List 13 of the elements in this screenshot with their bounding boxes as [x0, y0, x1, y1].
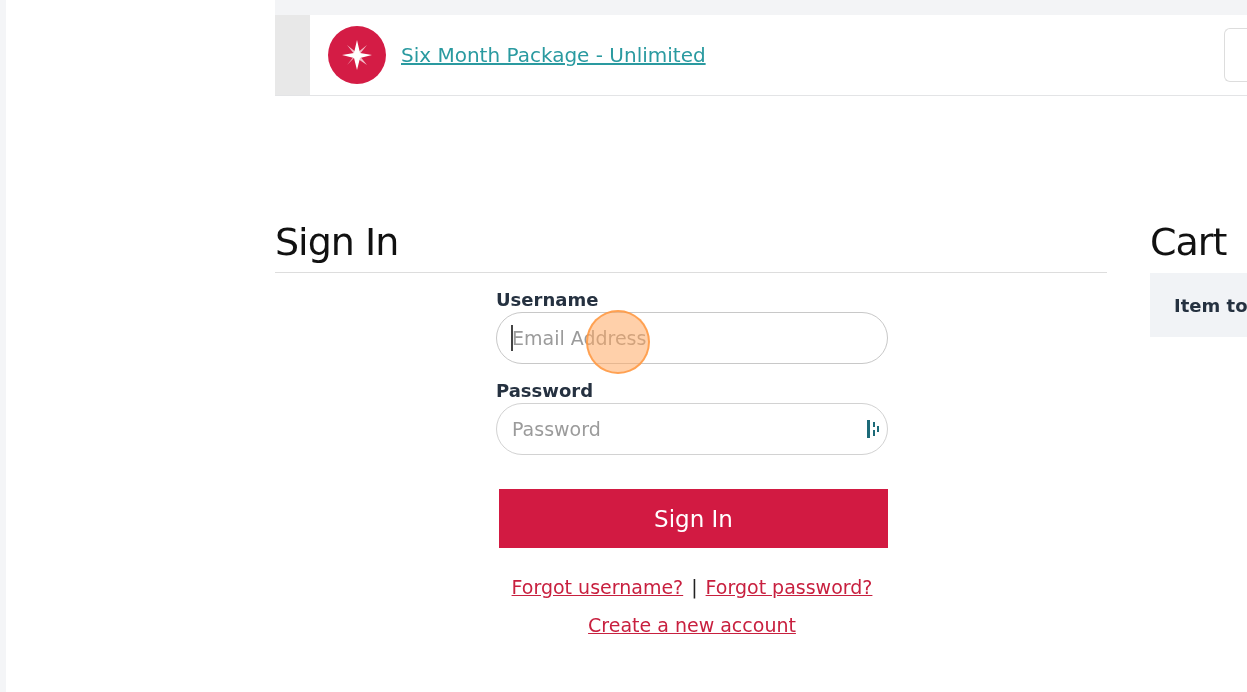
create-account-link[interactable]: Create a new account: [588, 614, 796, 636]
package-link[interactable]: Six Month Package - Unlimited: [401, 43, 706, 67]
sign-in-button[interactable]: Sign In: [499, 489, 888, 548]
column-header: Item to: [1174, 294, 1247, 316]
cart-heading: Cart: [1150, 220, 1227, 266]
password-field[interactable]: Password: [496, 403, 888, 455]
field-label: Username: [496, 289, 599, 310]
forgot-username-link[interactable]: Forgot username?: [511, 576, 684, 598]
forgot-password-link[interactable]: Forgot password?: [705, 576, 873, 598]
field-label: Password: [496, 380, 594, 401]
separator: |: [691, 576, 698, 598]
sign-in-heading: Sign In: [275, 220, 1107, 273]
password-manager-icon[interactable]: [866, 419, 880, 439]
